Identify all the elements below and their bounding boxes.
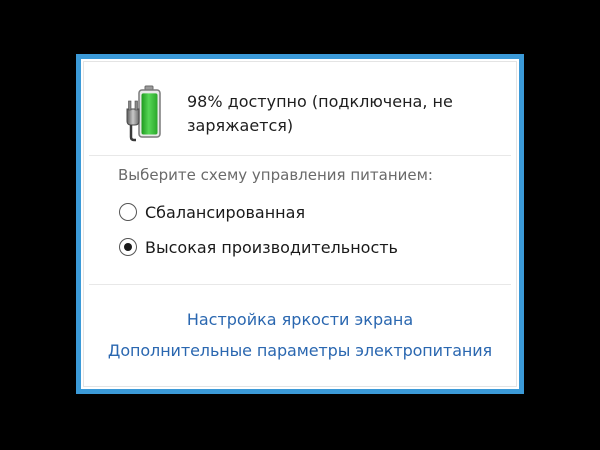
divider (89, 155, 511, 156)
radio-button-unselected[interactable] (119, 203, 137, 221)
battery-status-text: 98% доступно (подключена, не заряжается) (187, 92, 453, 135)
battery-plugged-icon (126, 85, 161, 142)
power-flyout: 98% доступно (подключена, не заряжается)… (76, 54, 524, 394)
battery-level (141, 93, 158, 135)
screen-brightness-link[interactable]: Настройка яркости экрана (81, 310, 519, 329)
power-plan-prompt: Выберите схему управления питанием: (118, 166, 433, 184)
radio-button-selected[interactable] (119, 238, 137, 256)
radio-dot (124, 243, 132, 251)
divider (89, 284, 511, 285)
power-plan-label: Высокая производительность (145, 237, 398, 257)
power-plan-label: Сбалансированная (145, 202, 306, 222)
power-plan-high-performance-option[interactable]: Высокая производительность (119, 234, 398, 260)
power-plan-balanced-option[interactable]: Сбалансированная (119, 199, 305, 225)
battery-status: 98% доступно (подключена, не заряжается) (121, 83, 501, 143)
more-power-options-link[interactable]: Дополнительные параметры электропитания (81, 341, 519, 360)
